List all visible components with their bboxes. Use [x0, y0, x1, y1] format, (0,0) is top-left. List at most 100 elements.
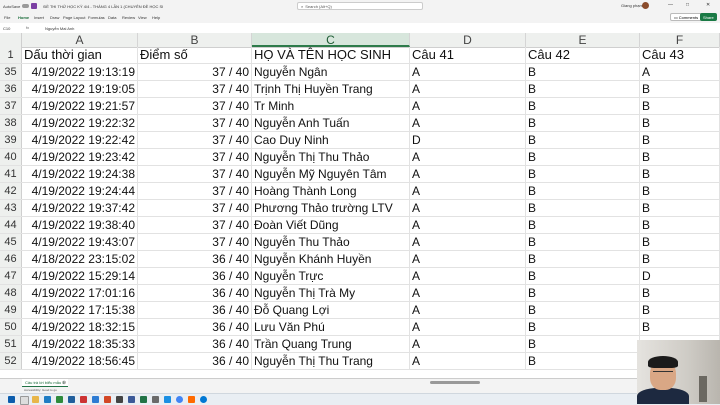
timestamp-cell[interactable]: 4/19/2022 19:37:42 — [22, 200, 138, 216]
start-icon[interactable] — [8, 396, 15, 403]
tab-insert[interactable]: Insert — [34, 15, 44, 20]
answer-q43-cell[interactable]: B — [640, 166, 720, 182]
answer-q42-cell[interactable]: B — [526, 319, 640, 335]
answer-q41-cell[interactable]: A — [410, 115, 526, 131]
row-number[interactable]: 38 — [0, 115, 22, 131]
answer-q43-cell[interactable]: B — [640, 132, 720, 148]
student-name-cell[interactable]: Nguyễn Thị Thu Thảo — [252, 149, 410, 165]
student-name-cell[interactable]: Nguyễn Ngân — [252, 64, 410, 80]
tab-draw[interactable]: Draw — [50, 15, 59, 20]
search-box[interactable]: ⌕ Search (Alt+Q) — [297, 2, 423, 10]
taskbar-app-icon[interactable] — [152, 396, 159, 403]
user-name[interactable]: Giang phạm — [621, 3, 643, 8]
timestamp-cell[interactable]: 4/18/2022 23:15:02 — [22, 251, 138, 267]
timestamp-cell[interactable]: 4/19/2022 15:29:14 — [22, 268, 138, 284]
timestamp-cell[interactable]: 4/19/2022 18:32:15 — [22, 319, 138, 335]
answer-q43-cell[interactable]: B — [640, 217, 720, 233]
answer-q43-cell[interactable]: B — [640, 302, 720, 318]
timestamp-cell[interactable]: 4/19/2022 19:22:42 — [22, 132, 138, 148]
maximize-button[interactable]: □ — [686, 2, 689, 8]
answer-q42-cell[interactable]: B — [526, 285, 640, 301]
add-sheet-icon[interactable]: ⊕ — [62, 380, 66, 386]
answer-q41-cell[interactable]: A — [410, 64, 526, 80]
answer-q42-cell[interactable]: B — [526, 268, 640, 284]
answer-q42-cell[interactable]: B — [526, 336, 640, 352]
student-name-cell[interactable]: Hoàng Thành Long — [252, 183, 410, 199]
answer-q41-cell[interactable]: A — [410, 217, 526, 233]
timestamp-cell[interactable]: 4/19/2022 19:21:57 — [22, 98, 138, 114]
answer-q42-cell[interactable]: B — [526, 234, 640, 250]
row-number[interactable]: 43 — [0, 200, 22, 216]
taskbar-app-icon[interactable] — [164, 396, 171, 403]
student-name-cell[interactable]: Nguyễn Mỹ Nguyên Tâm — [252, 166, 410, 182]
row-number[interactable]: 45 — [0, 234, 22, 250]
share-button[interactable]: Share — [700, 13, 717, 21]
answer-q43-cell[interactable]: B — [640, 251, 720, 267]
answer-q41-cell[interactable]: A — [410, 336, 526, 352]
answer-q43-cell[interactable]: B — [640, 183, 720, 199]
score-cell[interactable]: 37 / 40 — [138, 98, 252, 114]
answer-q41-cell[interactable]: A — [410, 166, 526, 182]
student-name-cell[interactable]: Nguyễn Khánh Huyền — [252, 251, 410, 267]
answer-q42-cell[interactable]: B — [526, 302, 640, 318]
student-name-cell[interactable]: Nguyễn Trực — [252, 268, 410, 284]
column-header-b[interactable]: B — [138, 33, 252, 47]
answer-q41-cell[interactable]: A — [410, 98, 526, 114]
score-cell[interactable]: 37 / 40 — [138, 64, 252, 80]
answer-q42-cell[interactable]: B — [526, 64, 640, 80]
score-cell[interactable]: 36 / 40 — [138, 251, 252, 267]
answer-q41-cell[interactable]: A — [410, 353, 526, 369]
answer-q41-cell[interactable]: A — [410, 268, 526, 284]
student-name-cell[interactable]: Trịnh Thị Huyền Trang — [252, 81, 410, 97]
row-number[interactable]: 52 — [0, 353, 22, 369]
row-number[interactable]: 41 — [0, 166, 22, 182]
row-number[interactable]: 37 — [0, 98, 22, 114]
timestamp-cell[interactable]: 4/19/2022 19:24:44 — [22, 183, 138, 199]
sheet-tab[interactable]: Câu trả lời biểu mẫu 1 — [22, 379, 68, 387]
tab-home[interactable]: Home — [18, 15, 29, 20]
answer-q42-cell[interactable]: B — [526, 115, 640, 131]
tab-view[interactable]: View — [138, 15, 147, 20]
answer-q41-cell[interactable]: A — [410, 285, 526, 301]
taskbar-app-icon[interactable] — [56, 396, 63, 403]
row-number[interactable]: 35 — [0, 64, 22, 80]
score-cell[interactable]: 37 / 40 — [138, 234, 252, 250]
score-cell[interactable]: 36 / 40 — [138, 302, 252, 318]
tab-review[interactable]: Review — [122, 15, 135, 20]
answer-q43-cell[interactable]: A — [640, 64, 720, 80]
row-number[interactable]: 40 — [0, 149, 22, 165]
tab-file[interactable]: File — [4, 15, 10, 20]
timestamp-cell[interactable]: 4/19/2022 17:01:16 — [22, 285, 138, 301]
answer-q43-cell[interactable]: B — [640, 149, 720, 165]
column-header-f[interactable]: F — [640, 33, 720, 47]
timestamp-cell[interactable]: 4/19/2022 19:43:07 — [22, 234, 138, 250]
answer-q41-cell[interactable]: A — [410, 200, 526, 216]
answer-q43-cell[interactable]: B — [640, 200, 720, 216]
row-number[interactable]: 47 — [0, 268, 22, 284]
answer-q41-cell[interactable]: D — [410, 132, 526, 148]
file-explorer-icon[interactable] — [32, 396, 39, 403]
score-cell[interactable]: 37 / 40 — [138, 115, 252, 131]
answer-q42-cell[interactable]: B — [526, 183, 640, 199]
answer-q41-cell[interactable]: A — [410, 183, 526, 199]
score-cell[interactable]: 36 / 40 — [138, 336, 252, 352]
minimize-button[interactable]: — — [668, 2, 673, 8]
tab-formulas[interactable]: Formulas — [88, 15, 105, 20]
taskbar-app-icon[interactable] — [188, 396, 195, 403]
comments-button[interactable]: ▭ Comments — [670, 13, 703, 21]
answer-q43-cell[interactable]: B — [640, 98, 720, 114]
autosave-toggle[interactable] — [22, 4, 30, 8]
row-number[interactable]: 48 — [0, 285, 22, 301]
word-icon[interactable] — [68, 396, 75, 403]
student-name-cell[interactable]: Đỗ Quang Lợi — [252, 302, 410, 318]
header-cell-score[interactable]: Điểm số — [138, 47, 252, 63]
close-button[interactable]: ✕ — [706, 2, 710, 8]
spreadsheet-grid[interactable]: A B C D E F 1 Dấu thời gian Điểm số HỌ V… — [0, 33, 720, 378]
answer-q42-cell[interactable]: B — [526, 132, 640, 148]
answer-q42-cell[interactable]: B — [526, 81, 640, 97]
student-name-cell[interactable]: Phương Thảo trường LTV — [252, 200, 410, 216]
answer-q43-cell[interactable]: B — [640, 319, 720, 335]
row-number[interactable]: 50 — [0, 319, 22, 335]
score-cell[interactable]: 36 / 40 — [138, 319, 252, 335]
answer-q42-cell[interactable]: B — [526, 251, 640, 267]
